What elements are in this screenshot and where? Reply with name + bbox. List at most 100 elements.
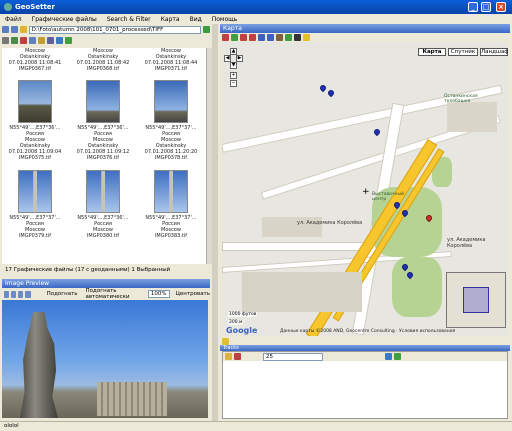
refresh-icon[interactable] [11, 36, 18, 44]
first-icon[interactable] [4, 290, 10, 298]
close-button[interactable]: × [496, 2, 506, 12]
menu-images[interactable]: Графические файлы [32, 16, 97, 23]
view-icon[interactable] [2, 36, 9, 44]
thumbnail-filename: IMGP0375.tif [18, 155, 52, 161]
pin-add-icon[interactable] [249, 34, 256, 41]
vertical-splitter[interactable] [212, 24, 218, 421]
tab-satellite[interactable]: Спутник [448, 48, 478, 56]
thumbnail-filename: IMGP0379.tif [18, 233, 52, 239]
sort-icon[interactable] [47, 36, 54, 44]
thumbnail-7[interactable]: N55°49'...,E37°36'... Россия Moscow IMGP… [74, 170, 132, 239]
file-status: 17 Графические файлы (17 с geoданными) 1… [2, 265, 210, 274]
building-block [242, 272, 362, 312]
go-icon[interactable] [285, 34, 292, 41]
map-link-icon[interactable] [65, 36, 72, 44]
forward-icon[interactable] [10, 26, 18, 33]
zoom-select[interactable]: 100% [147, 290, 170, 298]
image-preview-header: Image Preview [2, 279, 210, 288]
filter-icon[interactable] [56, 36, 63, 44]
thumbnail-grid: Moscow Ostankinsky 07.01.2008 11:08:41 I… [2, 48, 206, 264]
path-field[interactable]: D:\Foto\autumn 2008\101_0701_processed\T… [28, 25, 202, 34]
home-icon[interactable] [231, 34, 238, 41]
menu-search-filter[interactable]: Search & Filter [107, 16, 151, 23]
pan-down-icon[interactable]: ▼ [230, 62, 237, 69]
preview-photo [2, 300, 208, 418]
overview-map[interactable] [446, 272, 506, 328]
edit-icon[interactable] [29, 36, 36, 44]
thumbnail-image [154, 170, 188, 213]
thumbnail-8[interactable]: N55°49'...,E37°37'... Россия Moscow IMGP… [142, 170, 200, 239]
thumbnail-image [18, 170, 52, 213]
remove-track-icon[interactable] [234, 353, 241, 360]
street-label: ул. Академика Королёва [297, 220, 363, 226]
google-logo: Google [226, 326, 258, 335]
menu-help[interactable]: Помощь [212, 16, 238, 23]
pan-up-icon[interactable]: ▲ [230, 48, 237, 55]
thumbnail-4[interactable]: N55°49'...,E37°36'... Россия Moscow Osta… [74, 80, 132, 161]
tag-icon[interactable] [38, 36, 45, 44]
track-select[interactable]: 25 [263, 352, 323, 361]
menu-map[interactable]: Карта [161, 16, 180, 23]
photo-pin[interactable] [326, 88, 336, 98]
thumbnail-image [86, 170, 120, 213]
select-icon[interactable] [267, 34, 274, 41]
menu-file[interactable]: Файл [5, 16, 22, 23]
prev-icon[interactable] [11, 290, 17, 298]
thumbnail-top-0[interactable]: Moscow Ostankinsky 07.01.2008 11:08:41 I… [6, 48, 64, 72]
photo-pin[interactable] [318, 83, 328, 93]
track-icon[interactable] [276, 34, 283, 41]
pin-red-icon[interactable] [240, 34, 247, 41]
thumbnail-filename: IMGP0376.tif [86, 155, 120, 161]
tab-terrain[interactable]: Ландшафт [480, 48, 508, 56]
menu-view[interactable]: Вид [190, 16, 202, 23]
fit-button[interactable]: Подогнать [47, 291, 78, 297]
next-icon[interactable] [18, 290, 24, 298]
open-track-icon[interactable] [225, 353, 232, 360]
folder-icon[interactable] [19, 26, 27, 33]
auto-fit-button[interactable]: Подогнать автоматически [86, 288, 142, 300]
thumbnail-5[interactable]: N55°49'...,E37°37'... Россия Moscow Osta… [142, 80, 200, 161]
thumbnail-6[interactable]: N55°49'...,E37°37'... Россия Moscow IMGP… [6, 170, 64, 239]
thumbnail-top-2[interactable]: Moscow Ostankinsky 07.01.2008 11:08:44 I… [142, 48, 200, 72]
map-view[interactable]: ул. Академика Королёва ул. Академика Кор… [222, 42, 508, 336]
pin-blue-icon[interactable] [258, 34, 265, 41]
marker-icon[interactable] [222, 34, 229, 41]
map-title: Карта [223, 25, 242, 32]
map-copyright: Данные карты ©2008 AND, Geocentre Consul… [280, 329, 456, 334]
thumbnail-filename: IMGP0378.tif [154, 155, 188, 161]
map-header: Карта [220, 24, 510, 33]
delete-icon[interactable] [20, 36, 27, 44]
tab-map[interactable]: Карта [418, 48, 446, 56]
minimize-button[interactable]: _ [468, 2, 478, 12]
crosshair-icon[interactable] [294, 34, 301, 41]
overview-viewport[interactable] [463, 287, 489, 313]
pan-right-icon[interactable]: ▶ [236, 55, 243, 62]
thumbnail-filename: IMGP0383.tif [154, 233, 188, 239]
app-icon [4, 3, 12, 11]
thumbnail-filename: IMGP0367.tif [18, 66, 52, 72]
image-preview-title: Image Preview [5, 280, 50, 287]
tracks-toolbar: 25 [223, 352, 507, 361]
zoom-in-icon[interactable]: + [230, 72, 237, 79]
thumbnail-image [18, 80, 52, 123]
building-block [447, 102, 497, 132]
sync-icon[interactable] [385, 353, 392, 360]
park-area [392, 257, 442, 317]
apply-icon[interactable] [394, 353, 401, 360]
thumbnail-3[interactable]: N55°49'...,E37°36'... Россия Moscow Osta… [6, 80, 64, 161]
last-icon[interactable] [25, 290, 31, 298]
edit-track-icon[interactable] [222, 337, 229, 345]
poi-label: Выставочный центр [372, 192, 404, 202]
maximize-button[interactable]: □ [481, 2, 491, 12]
street-label: ул. Академика Королёва [447, 237, 486, 249]
zoom-out-icon[interactable]: − [230, 80, 237, 87]
thumbnail-top-1[interactable]: Moscow Ostankinsky 07.01.2008 11:08:42 I… [74, 48, 132, 72]
star-icon[interactable] [303, 34, 310, 41]
pan-left-icon[interactable]: ◀ [224, 55, 231, 62]
thumbnail-image [86, 80, 120, 123]
center-button[interactable]: Центровать [176, 291, 210, 297]
image-toolbar [0, 35, 210, 45]
back-icon[interactable] [2, 26, 9, 33]
go-icon[interactable] [203, 26, 210, 33]
photo-pin[interactable] [372, 127, 382, 137]
